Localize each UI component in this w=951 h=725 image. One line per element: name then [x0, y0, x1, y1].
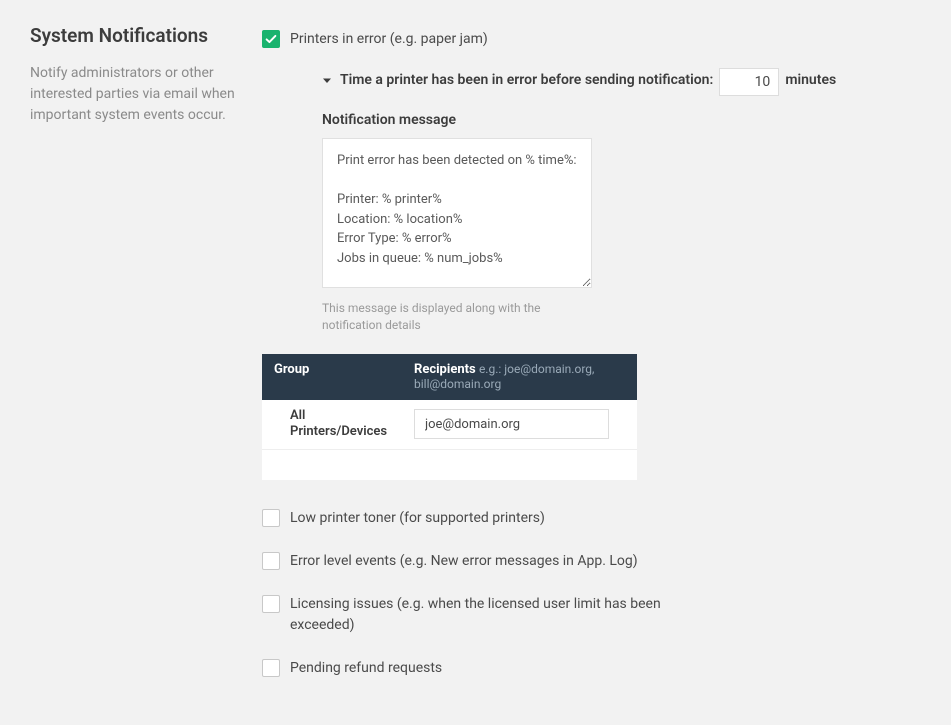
- table-row-group: All Printers/Devices: [262, 400, 402, 450]
- recipients-table: Group Recipients e.g.: joe@domain.org, b…: [262, 354, 637, 480]
- section-title: System Notifications: [30, 24, 238, 47]
- notification-message-label: Notification message: [322, 112, 921, 128]
- notification-message-textarea[interactable]: [322, 138, 592, 288]
- check-icon: [264, 32, 278, 46]
- time-before-notify-input[interactable]: [719, 68, 779, 96]
- low-toner-checkbox[interactable]: [262, 509, 280, 527]
- printers-in-error-label: Printers in error (e.g. paper jam): [290, 31, 488, 47]
- licensing-checkbox[interactable]: [262, 595, 280, 613]
- error-events-label: Error level events (e.g. New error messa…: [290, 551, 638, 572]
- pending-refund-label: Pending refund requests: [290, 658, 442, 679]
- table-header-group: Group: [262, 354, 402, 400]
- notification-message-hint: This message is displayed along with the…: [322, 300, 592, 334]
- table-row: All Printers/Devices: [262, 400, 637, 450]
- section-description: Notify administrators or other intereste…: [30, 63, 238, 126]
- time-unit-label: minutes: [785, 68, 836, 93]
- caret-down-icon[interactable]: [322, 70, 332, 95]
- pending-refund-checkbox[interactable]: [262, 659, 280, 677]
- table-row-blank: [262, 450, 637, 480]
- printers-in-error-checkbox[interactable]: [262, 30, 280, 48]
- recipients-input[interactable]: [414, 409, 609, 439]
- table-header-recipients: Recipients e.g.: joe@domain.org, bill@do…: [402, 354, 637, 400]
- time-before-notify-label: Time a printer has been in error before …: [340, 68, 713, 93]
- licensing-label: Licensing issues (e.g. when the licensed…: [290, 594, 662, 636]
- error-events-checkbox[interactable]: [262, 552, 280, 570]
- time-before-notify-row: Time a printer has been in error before …: [322, 68, 921, 96]
- low-toner-label: Low printer toner (for supported printer…: [290, 508, 545, 529]
